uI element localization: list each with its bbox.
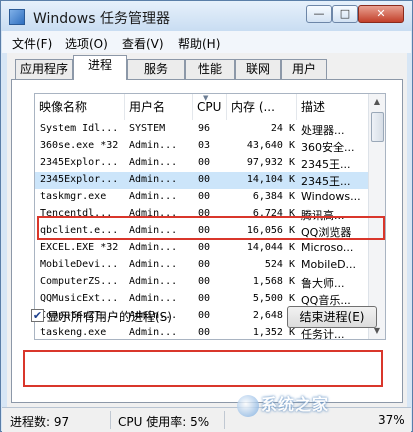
checkmark-icon: ✔ — [32, 309, 43, 322]
process-description: 2345王... — [301, 175, 351, 188]
process-description: MobileD... — [301, 258, 357, 271]
process-memory: 24 K — [270, 123, 295, 134]
column-memory[interactable]: 内存 (... — [227, 94, 297, 120]
process-memory: 1,352 K — [252, 327, 295, 338]
process-row[interactable]: 2345Explor... Admin... 00 97,932 K 2345王... — [35, 155, 369, 172]
process-name: System Idl... — [40, 123, 119, 134]
process-name: 360se.exe *32 — [40, 140, 119, 151]
tab-performance[interactable]: 性能 — [185, 59, 235, 79]
process-cpu: 00 — [198, 174, 211, 185]
sort-arrow-icon: ▼ — [203, 94, 209, 102]
process-description: 360安全... — [301, 141, 355, 154]
column-cpu-label: CPU — [197, 100, 222, 114]
process-user: Admin... — [129, 140, 178, 151]
column-image-name[interactable]: 映像名称 — [35, 94, 125, 120]
process-memory: 2,648 K — [252, 310, 295, 321]
end-process-button[interactable]: 结束进程(E) — [287, 306, 377, 328]
process-description: Microso... — [301, 241, 354, 254]
task-manager-window: Windows 任务管理器 — □ ✕ 文件(F) 选项(O) 查看(V) 帮助… — [0, 0, 413, 432]
process-memory: 1,568 K — [252, 276, 295, 287]
status-memory: 37% — [378, 413, 405, 427]
process-cpu: 00 — [198, 242, 211, 253]
column-user-name[interactable]: 用户名 — [125, 94, 193, 120]
menu-help[interactable]: 帮助(H) — [178, 35, 220, 52]
process-user: Admin... — [129, 276, 178, 287]
tab-processes[interactable]: 进程 — [73, 55, 127, 80]
process-row[interactable]: 2345Explor... Admin... 00 14,104 K 2345王... — [35, 172, 369, 189]
process-memory: 43,640 K — [246, 140, 295, 151]
scrollbar-thumb[interactable] — [371, 112, 384, 142]
process-user: Admin... — [129, 242, 178, 253]
highlight-box-selected-row — [37, 216, 385, 240]
process-cpu: 00 — [198, 276, 211, 287]
process-row[interactable]: taskmgr.exe Admin... 00 6,384 K Windows... — [35, 189, 369, 206]
process-user: Admin... — [129, 293, 178, 304]
process-memory: 14,044 K — [246, 242, 295, 253]
process-cpu: 00 — [198, 191, 211, 202]
process-row[interactable]: 360se.exe *32 Admin... 03 43,640 K 360安全... — [35, 138, 369, 155]
status-divider — [224, 411, 225, 429]
process-name: taskmgr.exe — [40, 191, 107, 202]
process-row[interactable]: System Idl... SYSTEM 96 24 K 处理器... — [35, 121, 369, 138]
process-memory: 6,384 K — [252, 191, 295, 202]
minimize-button[interactable]: — — [306, 5, 332, 23]
process-cpu: 03 — [198, 140, 211, 151]
process-name: ComputerZS... — [40, 276, 119, 287]
scroll-up-arrow-icon[interactable]: ▲ — [369, 94, 385, 110]
process-row[interactable]: ComputerZS... Admin... 00 1,568 K 鲁大师... — [35, 274, 369, 291]
process-name: EXCEL.EXE *32 — [40, 242, 119, 253]
process-memory: 524 K — [264, 259, 295, 270]
task-manager-icon — [9, 9, 25, 25]
menu-bar: 文件(F) 选项(O) 查看(V) 帮助(H) — [2, 31, 411, 53]
process-cpu: 00 — [198, 293, 211, 304]
menu-file[interactable]: 文件(F) — [12, 35, 52, 52]
tab-networking[interactable]: 联网 — [235, 59, 281, 79]
process-cpu: 00 — [198, 310, 211, 321]
process-description: Windows... — [301, 190, 361, 203]
status-process-count: 进程数: 97 — [10, 415, 70, 429]
tab-services[interactable]: 服务 — [127, 59, 185, 79]
window-title: Windows 任务管理器 — [33, 11, 170, 27]
process-memory: 5,500 K — [252, 293, 295, 304]
process-row[interactable]: EXCEL.EXE *32 Admin... 00 14,044 K Microso..… — [35, 240, 369, 257]
process-name: 2345Explor... — [40, 174, 119, 185]
process-user: Admin... — [129, 174, 178, 185]
menu-options[interactable]: 选项(O) — [65, 35, 108, 52]
process-name: MobileDevi... — [40, 259, 119, 270]
process-cpu: 00 — [198, 327, 211, 338]
process-cpu: 96 — [198, 123, 211, 134]
process-cpu: 00 — [198, 157, 211, 168]
show-all-users-checkbox[interactable]: ✔ — [31, 309, 44, 322]
process-user: SYSTEM — [129, 123, 166, 134]
tab-users[interactable]: 用户 — [281, 59, 327, 79]
process-user: Admin... — [129, 157, 178, 168]
process-memory: 14,104 K — [246, 174, 295, 185]
show-all-users-label[interactable]: 显示所有用户的进程(S) — [47, 308, 172, 325]
status-cpu-usage: CPU 使用率: 5% — [118, 415, 210, 429]
process-description: 鲁大师... — [301, 277, 345, 290]
process-description: 处理器... — [301, 124, 345, 137]
process-user: Admin... — [129, 327, 178, 338]
process-cpu: 00 — [198, 259, 211, 270]
status-divider — [110, 411, 111, 429]
process-user: Admin... — [129, 259, 178, 270]
process-description: 任务计... — [301, 328, 345, 340]
title-bar: Windows 任务管理器 — □ ✕ — [1, 1, 412, 31]
column-cpu[interactable]: ▼ CPU — [193, 94, 227, 120]
column-description[interactable]: 描述 — [297, 94, 369, 120]
process-name: QQMusicExt... — [40, 293, 119, 304]
tab-applications[interactable]: 应用程序 — [15, 59, 73, 79]
menu-view[interactable]: 查看(V) — [122, 35, 164, 52]
process-memory: 97,932 K — [246, 157, 295, 168]
process-description: 2345王... — [301, 158, 351, 171]
close-button[interactable]: ✕ — [358, 5, 404, 23]
watermark-text: 系统之家 — [261, 395, 330, 414]
process-name: taskeng.exe — [40, 327, 107, 338]
process-user: Admin... — [129, 191, 178, 202]
maximize-button[interactable]: □ — [332, 5, 358, 23]
process-name: 2345Explor... — [40, 157, 119, 168]
highlight-box-bottom-controls — [23, 350, 383, 387]
process-row[interactable]: MobileDevi... Admin... 00 524 K MobileD... — [35, 257, 369, 274]
